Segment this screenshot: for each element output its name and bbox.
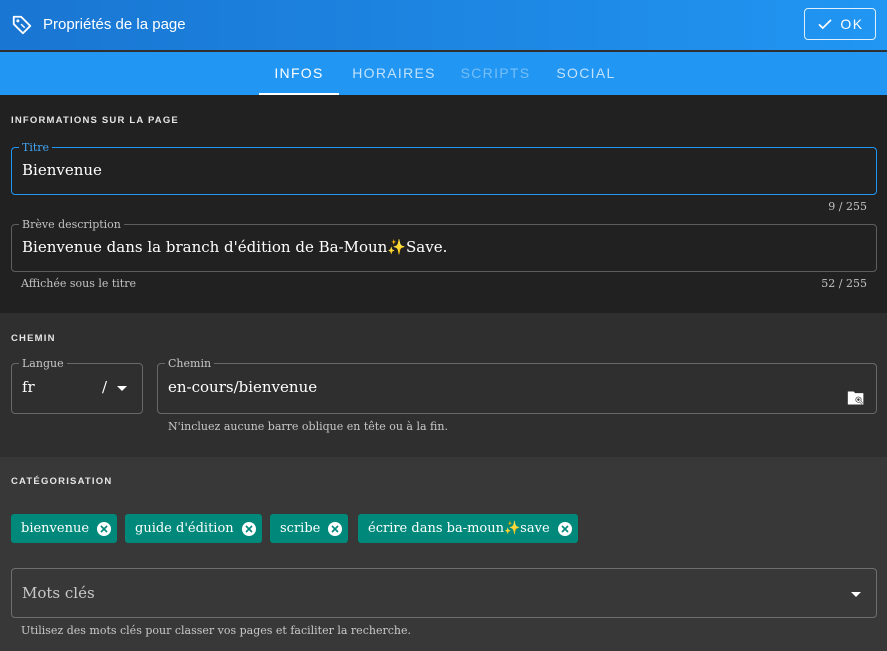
language-value: fr [22, 378, 35, 396]
close-icon[interactable] [97, 521, 112, 536]
tag-chip[interactable]: guide d'édition [125, 514, 262, 543]
title-field[interactable]: Titre Bienvenue [11, 142, 877, 195]
ok-button[interactable]: OK [804, 8, 876, 40]
close-icon[interactable] [557, 521, 572, 536]
description-hint: Affichée sous le titre [21, 277, 136, 290]
description-input[interactable]: Bienvenue dans la branch d'édition de Ba… [22, 238, 866, 256]
tag-icon [12, 15, 32, 35]
path-field[interactable]: Chemin en-cours/bienvenue [157, 358, 877, 414]
tag-chip[interactable]: bienvenue [11, 514, 118, 543]
categorisation-section: CATÉGORISATION [0, 457, 887, 651]
check-icon [818, 19, 832, 30]
tag-chip-label: guide d'édition [135, 521, 234, 536]
section-title-categorisation: CATÉGORISATION [11, 476, 113, 487]
title-input[interactable]: Bienvenue [22, 161, 866, 179]
close-icon[interactable] [328, 521, 343, 536]
dialog-title: Propriétés de la page [43, 16, 186, 33]
tag-chip-label: bienvenue [21, 521, 90, 536]
chevron-down-icon [117, 386, 127, 391]
title-field-label: Titre [22, 141, 50, 154]
path-hint: N'incluez aucune barre oblique en tête o… [168, 420, 448, 433]
language-select[interactable]: Langue fr / [11, 358, 143, 414]
title-counter: 9 / 255 [828, 200, 867, 213]
tab-infos[interactable]: INFOS [259, 52, 339, 95]
keywords-select[interactable]: Mots clés [11, 568, 877, 618]
path-section: CHEMIN Langue fr / Chemin en-cours/bienv… [0, 313, 887, 457]
tag-chip[interactable]: écrire dans ba-moun✨save [358, 514, 578, 543]
language-field-label: Langue [22, 357, 64, 370]
path-input[interactable]: en-cours/bienvenue [168, 378, 866, 396]
ok-button-label: OK [840, 16, 864, 32]
language-separator: / [102, 378, 108, 396]
tag-chip-label: écrire dans ba-moun✨save [368, 521, 550, 536]
tag-chip[interactable]: scribe [270, 514, 349, 543]
description-counter: 52 / 255 [821, 277, 867, 290]
tab-horaires[interactable]: HORAIRES [345, 52, 443, 95]
chevron-down-icon [851, 592, 861, 597]
keywords-hint: Utilisez des mots clés pour classer vos … [21, 624, 411, 637]
tab-social[interactable]: SOCIAL [548, 52, 624, 95]
section-title-path: CHEMIN [11, 333, 56, 344]
dialog-header: Propriétés de la page OK [0, 0, 887, 50]
tab-bar: INFOS HORAIRES SCRIPTS SOCIAL [0, 52, 887, 95]
close-icon[interactable] [241, 521, 256, 536]
folder-search-icon[interactable] [846, 389, 866, 407]
tab-scripts: SCRIPTS [460, 65, 531, 81]
description-field[interactable]: Brève description Bienvenue dans la bran… [11, 219, 877, 272]
section-title-info: INFORMATIONS SUR LA PAGE [11, 115, 179, 126]
tag-chip-label: scribe [280, 521, 321, 536]
info-section: INFORMATIONS SUR LA PAGE Titre Bienvenue… [0, 95, 887, 313]
path-field-label: Chemin [168, 357, 212, 370]
keywords-placeholder: Mots clés [22, 584, 95, 602]
description-field-label: Brève description [22, 218, 121, 231]
